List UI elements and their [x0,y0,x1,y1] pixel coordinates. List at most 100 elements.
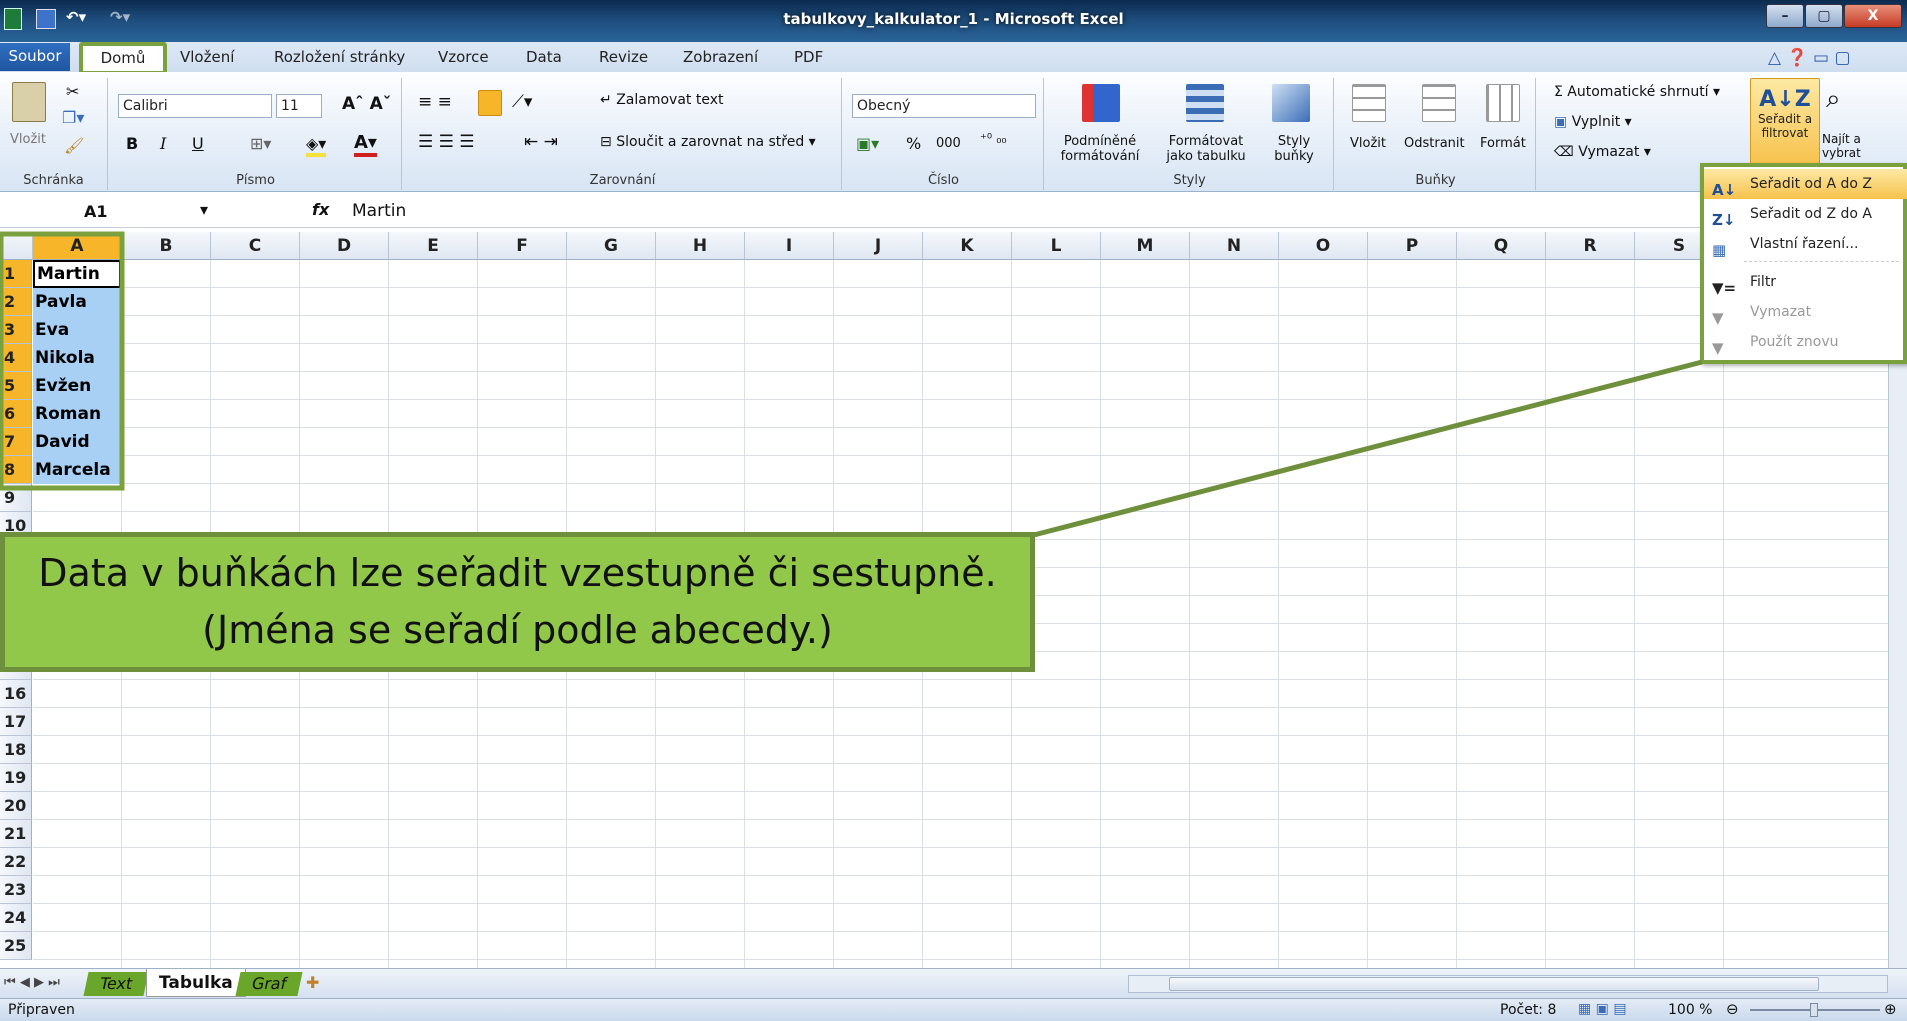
column-header[interactable]: N [1190,232,1279,260]
underline-button[interactable]: U [192,134,204,153]
menu-filter[interactable]: ▼= Filtr [1704,267,1907,297]
column-header[interactable]: H [656,232,745,260]
row-header[interactable]: 3 [0,316,32,344]
tab-view[interactable]: Zobrazení [683,48,758,66]
cell-a1[interactable]: Martin [33,260,121,288]
menu-sort-asc[interactable]: A↓ Seřadit od A do Z [1704,169,1907,199]
tab-pdf[interactable]: PDF [794,48,823,66]
indent-icon[interactable]: ⇤ ⇥ [524,132,558,152]
name-box[interactable]: A1 [84,202,108,221]
percent-button[interactable]: % [906,134,921,153]
row-header[interactable]: 5 [0,372,32,400]
column-header[interactable]: G [567,232,656,260]
column-header[interactable]: R [1546,232,1635,260]
row-header[interactable]: 1 [0,260,32,288]
cell-a7[interactable]: David [33,428,121,456]
zoom-out-icon[interactable]: ⊖ [1726,1000,1739,1018]
format-cells-icon[interactable] [1486,84,1520,122]
tab-formulas[interactable]: Vzorce [438,48,489,66]
row-header[interactable]: 17 [0,708,32,736]
borders-icon[interactable]: ⊞▾ [250,134,271,153]
orientation-icon[interactable]: ⟋▾ [512,92,532,112]
row-header[interactable]: 22 [0,848,32,876]
tab-home[interactable]: Domů [79,42,167,75]
column-header[interactable]: F [478,232,567,260]
insert-function-button[interactable]: fx [312,200,329,219]
horizontal-scrollbar[interactable] [1128,975,1888,993]
help-icon[interactable]: △ ❓ ▭ ▢ [1768,48,1851,68]
cell-a5[interactable]: Evžen [33,372,121,400]
column-header[interactable]: L [1012,232,1101,260]
column-header[interactable]: Q [1457,232,1546,260]
bold-button[interactable]: B [126,134,138,153]
column-header[interactable]: C [211,232,300,260]
column-header[interactable]: P [1368,232,1457,260]
column-header[interactable]: I [745,232,834,260]
column-header[interactable]: D [300,232,389,260]
column-header[interactable]: O [1279,232,1368,260]
delete-cells-icon[interactable] [1422,84,1456,122]
new-sheet-icon[interactable]: ✚ [306,973,319,992]
row-header[interactable]: 20 [0,792,32,820]
autosum-button[interactable]: Σ Automatické shrnutí ▾ [1554,84,1720,100]
align-left-icon[interactable]: ☰ ☰ ☰ [418,132,475,152]
grow-font-icon[interactable]: Aˆ Aˇ [342,94,391,114]
sheet-tab-graf[interactable]: Graf [235,972,303,996]
clear-button[interactable]: ⌫ Vymazat ▾ [1554,144,1651,160]
align-top-icon[interactable]: ≡ ≡ [418,92,452,112]
insert-cells-icon[interactable] [1352,84,1386,122]
row-header[interactable]: 4 [0,344,32,372]
binoculars-icon[interactable]: ⌕ [1826,84,1841,115]
align-middle-icon[interactable] [478,90,502,116]
cell-styles-button[interactable]: Styly buňky [1266,134,1322,164]
currency-icon[interactable]: ▣▾ [856,134,879,153]
wrap-text-button[interactable]: ↵ Zalamovat text [600,92,723,108]
close-button[interactable]: X [1844,4,1902,28]
font-size-combo[interactable]: 11 [276,94,322,118]
insert-cells-button[interactable]: Vložit [1350,136,1386,151]
conditional-formatting-button[interactable]: Podmíněné formátování [1050,134,1150,164]
delete-cells-button[interactable]: Odstranit [1404,136,1465,151]
column-header[interactable]: A [33,232,122,260]
decimal-icon[interactable]: ⁺⁰ ₀₀ [980,132,1007,147]
format-as-table-button[interactable]: Formátovat jako tabulku [1156,134,1256,164]
cell-a3[interactable]: Eva [33,316,121,344]
horizontal-scroll-thumb[interactable] [1169,977,1819,991]
row-header[interactable]: 25 [0,932,32,960]
sheet-tab-text[interactable]: Text [83,972,149,996]
row-header[interactable]: 7 [0,428,32,456]
font-color-icon[interactable]: A▾ [354,132,377,157]
menu-sort-desc[interactable]: Z↓ Seřadit od Z do A [1704,199,1907,229]
paste-icon[interactable] [12,82,46,122]
column-header[interactable]: E [389,232,478,260]
format-cells-button[interactable]: Formát [1480,136,1526,151]
column-header[interactable]: J [834,232,923,260]
name-box-dropdown-icon[interactable]: ▾ [200,200,208,219]
find-select-button[interactable]: Najít a vybrat [1822,132,1894,160]
italic-button[interactable]: I [160,134,166,153]
paste-button[interactable]: Vložit [10,132,46,147]
formula-input[interactable]: Martin [352,201,406,221]
view-mode-icons[interactable]: ▦ ▣ ▤ [1578,1001,1627,1017]
menu-custom-sort[interactable]: ▦ Vlastní řazení... [1704,229,1907,259]
column-header[interactable]: M [1101,232,1190,260]
cut-icon[interactable]: ✂ [66,82,79,101]
tab-data[interactable]: Data [526,48,562,66]
row-header[interactable]: 8 [0,456,32,484]
row-header[interactable]: 24 [0,904,32,932]
cell-a2[interactable]: Pavla [33,288,121,316]
row-header[interactable]: 2 [0,288,32,316]
sort-filter-button[interactable]: A↓Z Seřadit a filtrovat [1750,78,1820,166]
row-header[interactable]: 23 [0,876,32,904]
copy-icon[interactable]: ❐▾ [62,108,84,127]
cell-a6[interactable]: Roman [33,400,121,428]
row-header[interactable]: 6 [0,400,32,428]
column-header[interactable]: K [923,232,1012,260]
cell-styles-icon[interactable] [1272,84,1310,122]
minimize-button[interactable]: – [1766,4,1804,28]
number-format-combo[interactable]: Obecný [852,94,1036,118]
tab-insert[interactable]: Vložení [180,48,234,66]
row-header[interactable]: 16 [0,680,32,708]
font-name-combo[interactable]: Calibri [118,94,272,118]
merge-center-button[interactable]: ⊟ Sloučit a zarovnat na střed ▾ [600,134,816,150]
